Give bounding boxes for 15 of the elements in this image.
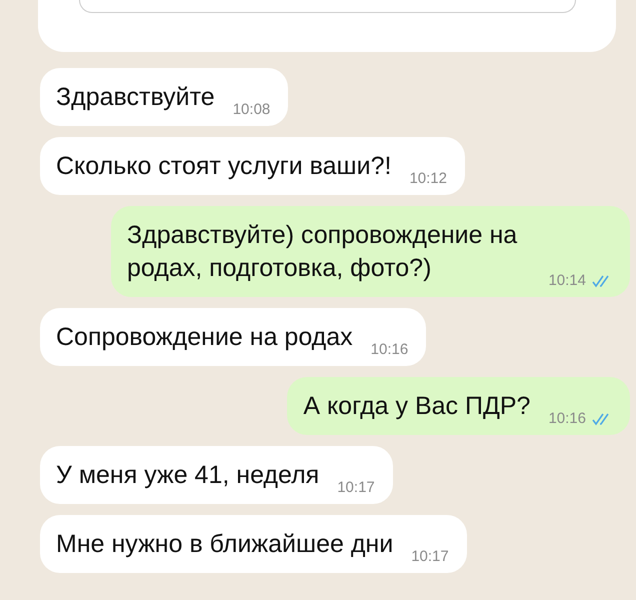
message-text: Мне нужно в ближайшее дни xyxy=(56,529,394,560)
message-time: 10:17 xyxy=(337,479,375,496)
message-time: 10:17 xyxy=(411,548,449,565)
message-text: У меня уже 41, неделя xyxy=(56,460,320,491)
message-text: Сколько стоят услуги ваши?! xyxy=(56,151,392,182)
message-time: 10:16 xyxy=(548,410,586,427)
message-time: 10:12 xyxy=(409,170,447,187)
message-time: 10:14 xyxy=(548,272,586,289)
message-text: Здравствуйте xyxy=(56,82,215,113)
message-time: 10:08 xyxy=(232,101,270,118)
message-time: 10:16 xyxy=(370,341,408,358)
message-text: А когда у Вас ПДР? xyxy=(303,391,530,422)
message-text: Сопровождение на родах xyxy=(56,322,353,353)
input-field[interactable] xyxy=(78,0,576,13)
message-text: Здравствуйте) сопровождение на родах, подготовка, фото?) xyxy=(127,220,518,284)
